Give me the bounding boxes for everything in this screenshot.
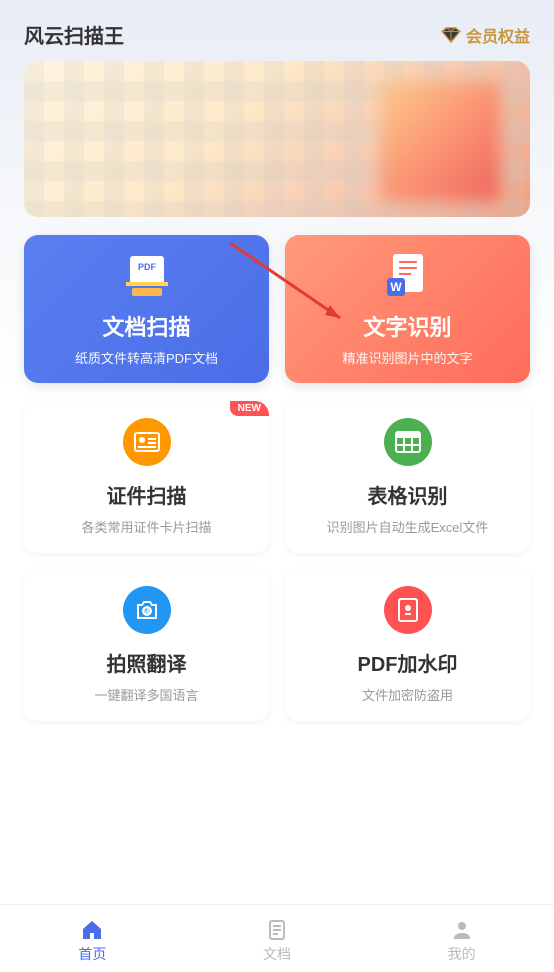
id-card-icon <box>123 418 171 466</box>
card-title: 文档扫描 <box>102 310 190 342</box>
card-desc: 识别图片自动生成Excel文件 <box>327 517 489 536</box>
svg-text:译: 译 <box>143 607 151 616</box>
profile-icon <box>450 918 474 942</box>
promo-banner[interactable] <box>24 61 530 217</box>
doc-scan-card[interactable]: PDF 文档扫描 纸质文件转高清PDF文档 <box>24 235 269 383</box>
tab-home[interactable]: 首页 <box>52 918 132 964</box>
table-recognition-card[interactable]: 表格识别 识别图片自动生成Excel文件 <box>285 401 530 553</box>
photo-translate-card[interactable]: 译 拍照翻译 一键翻译多国语言 <box>24 569 269 721</box>
tab-profile[interactable]: 我的 <box>422 918 502 964</box>
pdf-scan-icon: PDF <box>120 252 174 300</box>
docs-icon <box>265 918 289 942</box>
table-icon <box>384 418 432 466</box>
bottom-tab-bar: 首页 文档 我的 <box>0 904 554 972</box>
id-scan-card[interactable]: NEW 证件扫描 各类常用证件卡片扫描 <box>24 401 269 553</box>
header: 风云扫描王 会员权益 <box>0 0 554 61</box>
vip-badge[interactable]: 会员权益 <box>440 23 530 47</box>
card-title: 表格识别 <box>368 480 448 509</box>
main-cards-grid: PDF 文档扫描 纸质文件转高清PDF文档 W 文字识别 精准识别图片中的文字 <box>0 235 554 383</box>
tab-label: 文档 <box>263 944 291 964</box>
vip-label: 会员权益 <box>466 23 530 47</box>
card-desc: 纸质文件转高清PDF文档 <box>75 348 218 367</box>
card-title: 文字识别 <box>363 310 451 342</box>
card-title: PDF加水印 <box>358 648 458 677</box>
card-desc: 文件加密防盗用 <box>362 685 453 704</box>
tab-label: 首页 <box>78 944 106 964</box>
svg-text:W: W <box>390 280 402 294</box>
home-icon <box>80 918 104 942</box>
card-desc: 一键翻译多国语言 <box>94 685 198 704</box>
new-badge: NEW <box>230 401 269 416</box>
tab-label: 我的 <box>448 944 476 964</box>
card-desc: 各类常用证件卡片扫描 <box>81 517 211 536</box>
camera-translate-icon: 译 <box>123 586 171 634</box>
app-title: 风云扫描王 <box>24 20 124 49</box>
secondary-cards-grid: NEW 证件扫描 各类常用证件卡片扫描 表格识别 识别图片自动生成Excel文 <box>0 401 554 721</box>
card-desc: 精准识别图片中的文字 <box>342 348 472 367</box>
tab-docs[interactable]: 文档 <box>237 918 317 964</box>
word-doc-icon: W <box>381 252 435 300</box>
pdf-watermark-icon <box>384 586 432 634</box>
svg-text:PDF: PDF <box>138 262 157 272</box>
text-recognition-card[interactable]: W 文字识别 精准识别图片中的文字 <box>285 235 530 383</box>
card-title: 证件扫描 <box>107 480 187 509</box>
pdf-watermark-card[interactable]: PDF加水印 文件加密防盗用 <box>285 569 530 721</box>
card-title: 拍照翻译 <box>107 648 187 677</box>
diamond-icon <box>440 26 462 44</box>
